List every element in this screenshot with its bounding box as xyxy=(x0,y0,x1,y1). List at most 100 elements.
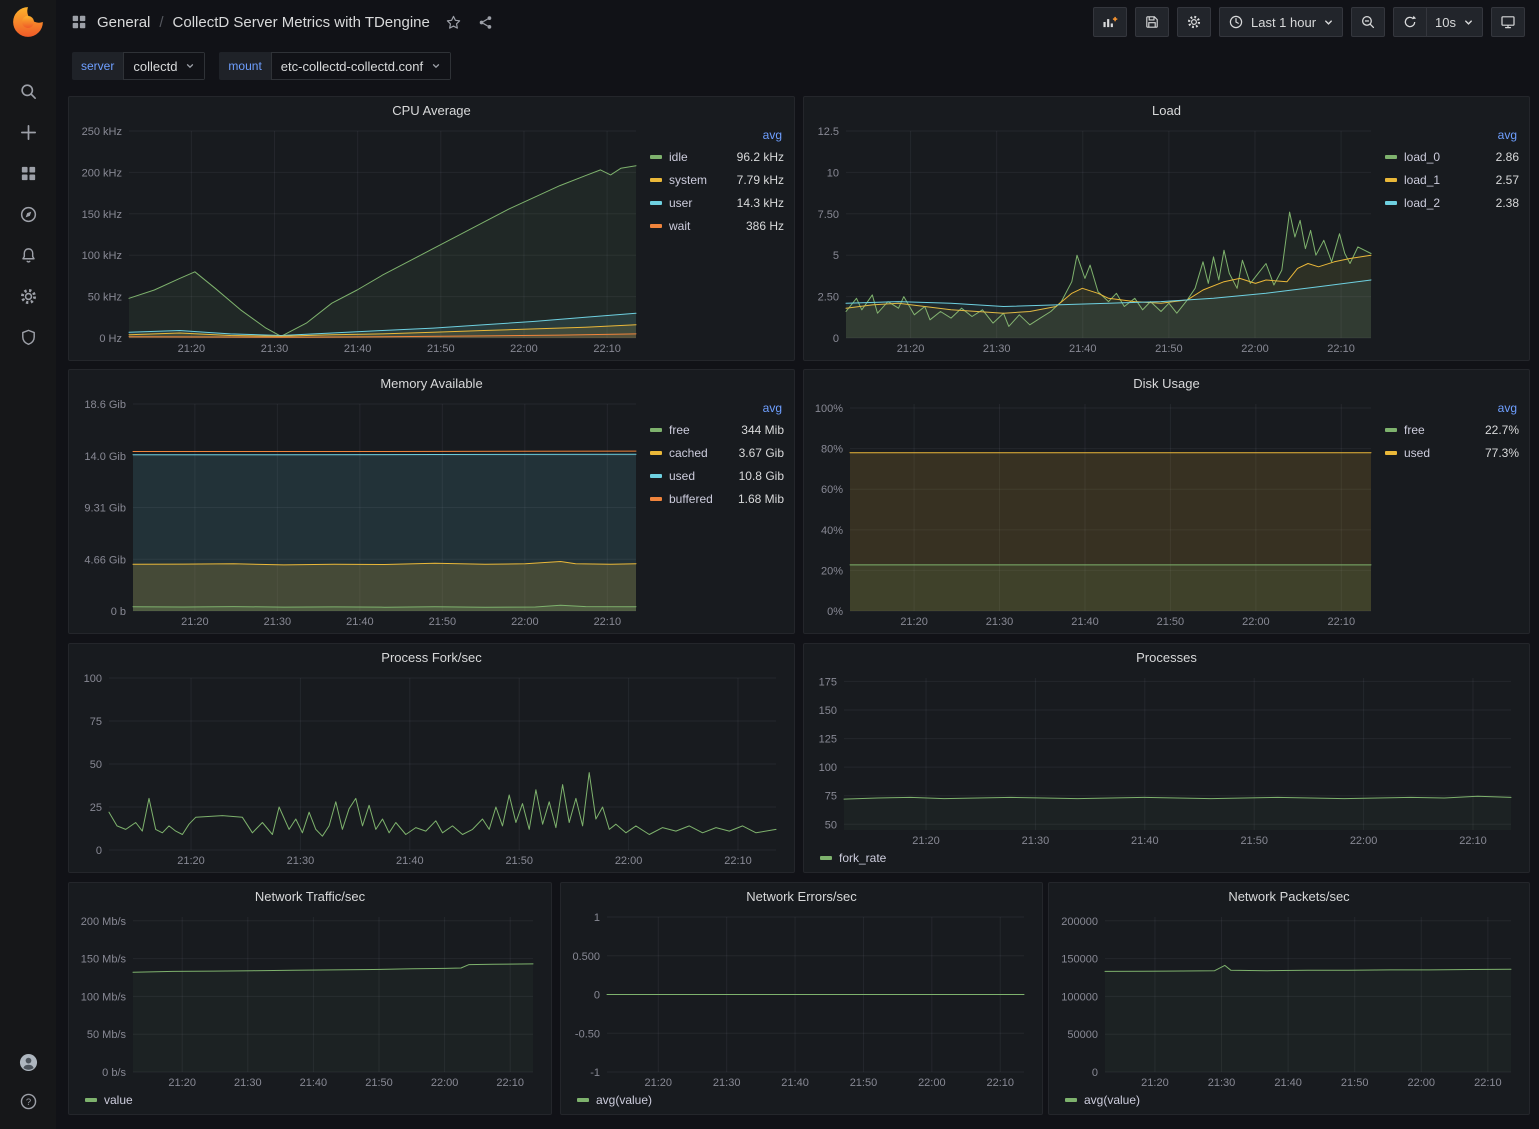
refresh-interval-dropdown[interactable]: 10s xyxy=(1426,7,1483,37)
legend-item[interactable]: system7.79 kHz xyxy=(650,168,784,191)
legend-item[interactable]: fork_rate xyxy=(820,851,886,865)
variable-mount-value[interactable]: etc-collectd-collectd.conf xyxy=(271,52,451,80)
legend-item[interactable]: load_12.57 xyxy=(1385,168,1519,191)
add-panel-button[interactable] xyxy=(1093,7,1127,37)
plus-icon[interactable] xyxy=(18,122,38,142)
time-range-picker[interactable]: Last 1 hour xyxy=(1219,7,1343,37)
panel-title[interactable]: Network Traffic/sec xyxy=(69,883,551,909)
explore-compass-icon[interactable] xyxy=(18,204,38,224)
legend-item[interactable]: wait386 Hz xyxy=(650,214,784,237)
variable-server-value[interactable]: collectd xyxy=(123,52,205,80)
help-icon[interactable]: ? xyxy=(18,1091,38,1111)
panel-title[interactable]: Load xyxy=(804,97,1529,123)
panel-cpu-average: CPU Average 21:2021:3021:4021:5022:0022:… xyxy=(68,96,795,361)
breadcrumb-folder[interactable]: General xyxy=(97,14,150,31)
panel-title[interactable]: Network Packets/sec xyxy=(1049,883,1529,909)
cpu-average-chart[interactable]: 21:2021:3021:4021:5022:0022:100 Hz50 kHz… xyxy=(75,123,648,356)
legend-item[interactable]: used77.3% xyxy=(1385,441,1519,464)
svg-text:21:50: 21:50 xyxy=(429,616,457,628)
process-fork-chart[interactable]: 21:2021:3021:4021:5022:0022:100255075100 xyxy=(75,670,788,868)
network-packets-chart[interactable]: 21:2021:3021:4021:5022:0022:100500001000… xyxy=(1055,909,1523,1090)
dashboard-grid-icon[interactable] xyxy=(70,13,88,31)
legend-item[interactable]: free22.7% xyxy=(1385,418,1519,441)
svg-text:50 kHz: 50 kHz xyxy=(88,292,122,304)
series-color-marker xyxy=(650,428,662,432)
legend-avg-header[interactable]: avg xyxy=(1385,398,1519,418)
series-color-marker xyxy=(650,155,662,159)
panel-network-packets: Network Packets/sec 21:2021:3021:4021:50… xyxy=(1048,882,1530,1115)
memory-available-legend: avgfree344 Mibcached3.67 Gibused10.8 Gib… xyxy=(648,396,788,629)
load-chart[interactable]: 21:2021:3021:4021:5022:0022:1002.5057.50… xyxy=(810,123,1383,356)
series-avg-value: 1.68 Mib xyxy=(713,492,784,506)
series-color-marker xyxy=(1385,155,1397,159)
chevron-down-icon xyxy=(1463,17,1474,28)
svg-text:50 Mb/s: 50 Mb/s xyxy=(87,1029,127,1041)
svg-text:100 kHz: 100 kHz xyxy=(82,250,122,262)
legend-item[interactable]: user14.3 kHz xyxy=(650,191,784,214)
configuration-gear-icon[interactable] xyxy=(18,286,38,306)
legend-item[interactable]: cached3.67 Gib xyxy=(650,441,784,464)
svg-text:2.50: 2.50 xyxy=(818,292,839,304)
legend-item[interactable]: used10.8 Gib xyxy=(650,464,784,487)
svg-text:22:00: 22:00 xyxy=(1241,343,1269,355)
processes-chart[interactable]: 21:2021:3021:4021:5022:0022:105075100125… xyxy=(810,670,1523,848)
series-color-marker xyxy=(650,451,662,455)
legend-avg-header[interactable]: avg xyxy=(650,125,784,145)
series-color-marker xyxy=(1385,178,1397,182)
legend-item[interactable]: free344 Mib xyxy=(650,418,784,441)
svg-text:1: 1 xyxy=(594,912,600,924)
panel-title[interactable]: Memory Available xyxy=(69,370,794,396)
legend-item[interactable]: avg(value) xyxy=(577,1093,652,1107)
svg-text:100: 100 xyxy=(819,762,837,774)
user-avatar[interactable] xyxy=(18,1052,38,1072)
panel-title[interactable]: CPU Average xyxy=(69,97,794,123)
svg-text:80%: 80% xyxy=(821,444,843,456)
save-dashboard-button[interactable] xyxy=(1135,7,1169,37)
svg-text:21:20: 21:20 xyxy=(897,343,925,355)
variable-server[interactable]: server collectd xyxy=(72,52,205,80)
series-avg-value: 344 Mib xyxy=(690,423,784,437)
svg-text:21:50: 21:50 xyxy=(427,343,455,355)
legend-avg-header[interactable]: avg xyxy=(650,398,784,418)
panel-title[interactable]: Disk Usage xyxy=(804,370,1529,396)
network-traffic-chart[interactable]: 21:2021:3021:4021:5022:0022:100 b/s50 Mb… xyxy=(75,909,545,1090)
legend-item[interactable]: load_22.38 xyxy=(1385,191,1519,214)
panel-title[interactable]: Network Errors/sec xyxy=(561,883,1042,909)
series-color-marker xyxy=(650,224,662,228)
svg-text:21:30: 21:30 xyxy=(287,855,315,867)
tv-mode-button[interactable] xyxy=(1491,7,1525,37)
legend-item[interactable]: buffered1.68 Mib xyxy=(650,487,784,510)
svg-text:21:30: 21:30 xyxy=(234,1077,262,1089)
svg-text:0: 0 xyxy=(594,990,600,1002)
svg-text:21:50: 21:50 xyxy=(1157,616,1185,628)
legend-item[interactable]: avg(value) xyxy=(1065,1093,1140,1107)
legend-item[interactable]: idle96.2 kHz xyxy=(650,145,784,168)
star-icon[interactable] xyxy=(445,14,462,31)
legend-item[interactable]: value xyxy=(85,1093,133,1107)
svg-text:200 kHz: 200 kHz xyxy=(82,167,122,179)
network-errors-chart[interactable]: 21:2021:3021:4021:5022:0022:10-1-0.5000.… xyxy=(567,909,1036,1090)
panel-title[interactable]: Processes xyxy=(804,644,1529,670)
network-errors-legend: avg(value) xyxy=(567,1090,1036,1110)
variable-mount[interactable]: mount etc-collectd-collectd.conf xyxy=(219,52,451,80)
disk-usage-chart[interactable]: 21:2021:3021:4021:5022:0022:100%20%40%60… xyxy=(810,396,1383,629)
alerting-bell-icon[interactable] xyxy=(18,245,38,265)
panel-title[interactable]: Process Fork/sec xyxy=(69,644,794,670)
dashboards-icon[interactable] xyxy=(18,163,38,183)
grafana-logo[interactable] xyxy=(11,5,45,39)
refresh-button[interactable] xyxy=(1393,7,1426,37)
svg-text:5: 5 xyxy=(833,250,839,262)
search-icon[interactable] xyxy=(18,81,38,101)
series-name: load_2 xyxy=(1404,196,1440,210)
refresh-interval-label: 10s xyxy=(1435,15,1456,30)
svg-text:21:30: 21:30 xyxy=(261,343,289,355)
dashboard-settings-button[interactable] xyxy=(1177,7,1211,37)
legend-item[interactable]: load_02.86 xyxy=(1385,145,1519,168)
zoom-out-button[interactable] xyxy=(1351,7,1385,37)
memory-available-chart[interactable]: 21:2021:3021:4021:5022:0022:100 b4.66 Gi… xyxy=(75,396,648,629)
legend-avg-header[interactable]: avg xyxy=(1385,125,1519,145)
server-admin-shield-icon[interactable] xyxy=(18,327,38,347)
svg-text:4.66 Gib: 4.66 Gib xyxy=(84,554,126,566)
share-icon[interactable] xyxy=(477,14,494,31)
series-name: value xyxy=(104,1093,133,1107)
